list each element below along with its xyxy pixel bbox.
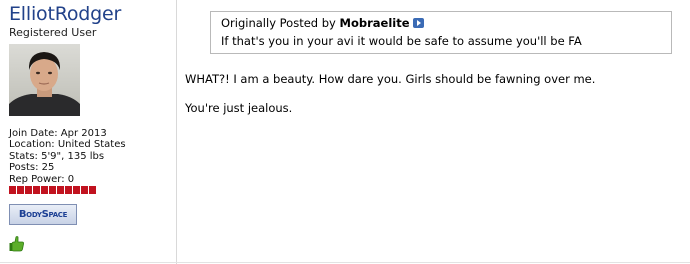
quote-text: If that's you in your avi it would be sa…	[221, 34, 582, 48]
rep-segment	[65, 186, 72, 194]
quote-box: Originally Posted by Mobraelite If that'…	[210, 11, 672, 54]
quote-prefix: Originally Posted by	[221, 16, 336, 30]
rep-power: Rep Power: 0	[9, 173, 75, 185]
bodyspace-label: BodySpace	[18, 209, 68, 220]
quote-author[interactable]: Mobraelite	[340, 16, 410, 30]
rep-segment	[41, 186, 48, 194]
location: Location: United States	[9, 139, 126, 151]
avatar-portrait	[9, 52, 80, 116]
forum-post: ElliotRodger Registered User Join Date: …	[0, 0, 690, 264]
user-info-panel: ElliotRodger Registered User Join Date: …	[0, 0, 176, 264]
body-stats: Stats: 5'9", 135 lbs	[9, 150, 105, 162]
user-stats: Join Date: Apr 2013 Location: United Sta…	[9, 128, 126, 185]
message-line-2: You're just jealous.	[185, 101, 293, 115]
bodyspace-button[interactable]: BodySpace	[9, 204, 77, 225]
rep-hand-icon[interactable]	[8, 235, 26, 253]
rep-segment	[25, 186, 32, 194]
rep-segment	[57, 186, 64, 194]
rep-segment	[49, 186, 56, 194]
rep-segment	[89, 186, 96, 194]
post-count: Posts: 25	[9, 162, 55, 174]
rep-segment	[9, 186, 16, 194]
rep-segment	[73, 186, 80, 194]
rep-segment	[17, 186, 24, 194]
message-line-1: WHAT?! I am a beauty. How dare you. Girl…	[185, 72, 596, 86]
username-link[interactable]: ElliotRodger	[9, 3, 121, 25]
quote-header: Originally Posted by Mobraelite	[221, 16, 424, 30]
reputation-bar	[9, 186, 96, 194]
user-avatar[interactable]	[9, 44, 80, 116]
user-title: Registered User	[9, 26, 97, 39]
rep-segment	[33, 186, 40, 194]
post-bottom-border	[0, 262, 690, 263]
column-divider	[176, 0, 177, 264]
view-post-icon[interactable]	[412, 18, 424, 28]
rep-segment	[81, 186, 88, 194]
join-date: Join Date: Apr 2013	[9, 128, 107, 139]
